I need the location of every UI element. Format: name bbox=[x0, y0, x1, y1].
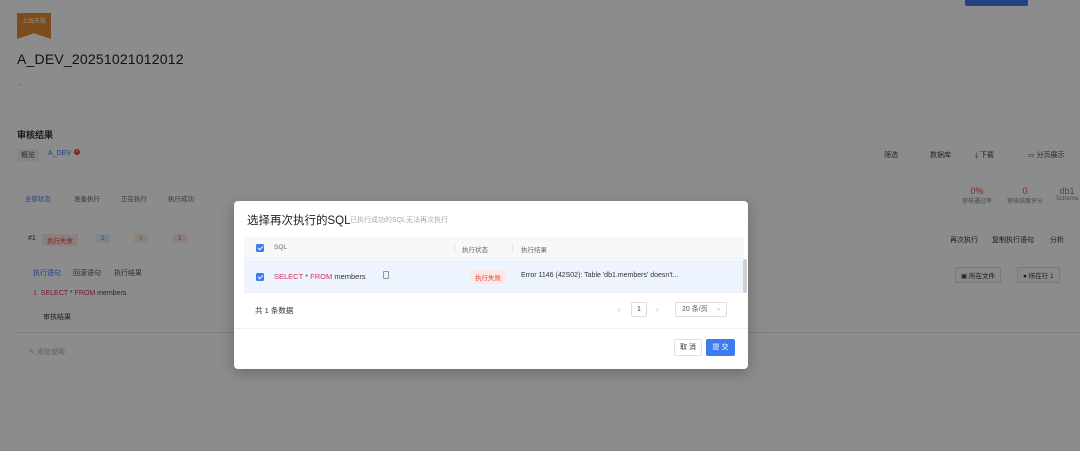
table-header: SQL 执行状态 执行结果 bbox=[244, 237, 744, 259]
next-page-icon[interactable]: › bbox=[656, 305, 659, 314]
submit-button[interactable]: 提 交 bbox=[706, 339, 735, 356]
select-all-checkbox[interactable] bbox=[256, 244, 264, 252]
table-scrollbar[interactable] bbox=[743, 259, 747, 293]
column-header-result: 执行结果 bbox=[521, 247, 547, 254]
cancel-button[interactable]: 取 消 bbox=[674, 339, 702, 356]
page-number-button[interactable]: 1 bbox=[631, 302, 647, 317]
column-separator bbox=[512, 243, 513, 253]
table-row[interactable]: SELECT * FROM members 执行失败 Error 1146 (4… bbox=[244, 260, 744, 293]
copy-icon[interactable] bbox=[383, 271, 389, 279]
page-size-select[interactable]: 20 条/页 ⌄ bbox=[675, 302, 727, 317]
result-cell: Error 1146 (42S02): Table 'db1.members' … bbox=[521, 272, 679, 279]
total-count: 共 1 条数据 bbox=[255, 306, 294, 315]
column-header-sql: SQL bbox=[274, 244, 288, 251]
dialog-footer-divider bbox=[234, 328, 748, 329]
dialog-title: 选择再次执行的SQL bbox=[247, 215, 351, 227]
re-execute-dialog: 选择再次执行的SQL 已执行成功的SQL无法再次执行 SQL 执行状态 执行结果… bbox=[234, 201, 748, 369]
prev-page-icon[interactable]: ‹ bbox=[618, 305, 621, 314]
column-header-status: 执行状态 bbox=[462, 247, 488, 254]
sql-cell: SELECT * FROM members bbox=[274, 272, 366, 281]
row-checkbox[interactable] bbox=[256, 273, 264, 281]
status-badge: 执行失败 bbox=[471, 270, 505, 284]
chevron-down-icon: ⌄ bbox=[715, 306, 721, 312]
dialog-subtitle: 已执行成功的SQL无法再次执行 bbox=[350, 217, 449, 224]
column-separator bbox=[454, 243, 455, 253]
